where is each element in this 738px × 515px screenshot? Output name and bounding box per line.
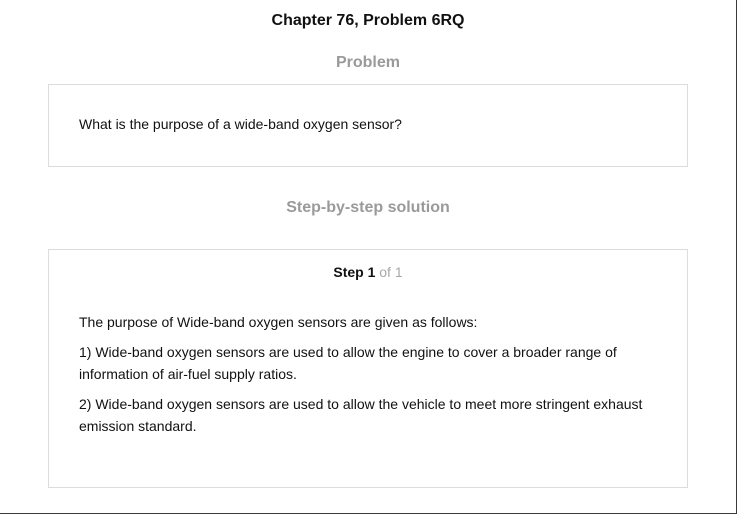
solution-point-1: 1) Wide-band oxygen sensors are used to … bbox=[79, 344, 617, 382]
step-total: of 1 bbox=[375, 264, 403, 280]
chapter-title: Chapter 76, Problem 6RQ bbox=[271, 12, 465, 29]
solution-page: Chapter 76, Problem 6RQ Problem What is … bbox=[0, 0, 737, 514]
solution-heading: Step-by-step solution bbox=[286, 199, 450, 216]
solution-body: The purpose of Wide-band oxygen sensors … bbox=[79, 311, 669, 445]
solution-card: Step 1 of 1 The purpose of Wide-band oxy… bbox=[48, 249, 688, 488]
solution-intro: The purpose of Wide-band oxygen sensors … bbox=[79, 314, 478, 330]
step-number: Step 1 bbox=[333, 264, 376, 280]
problem-heading: Problem bbox=[335, 54, 400, 71]
step-indicator: Step 1 of 1 bbox=[49, 264, 687, 280]
solution-point-2: 2) Wide-band oxygen sensors are used to … bbox=[79, 396, 643, 434]
problem-card: What is the purpose of a wide-band oxyge… bbox=[48, 84, 688, 167]
problem-text: What is the purpose of a wide-band oxyge… bbox=[79, 116, 402, 132]
